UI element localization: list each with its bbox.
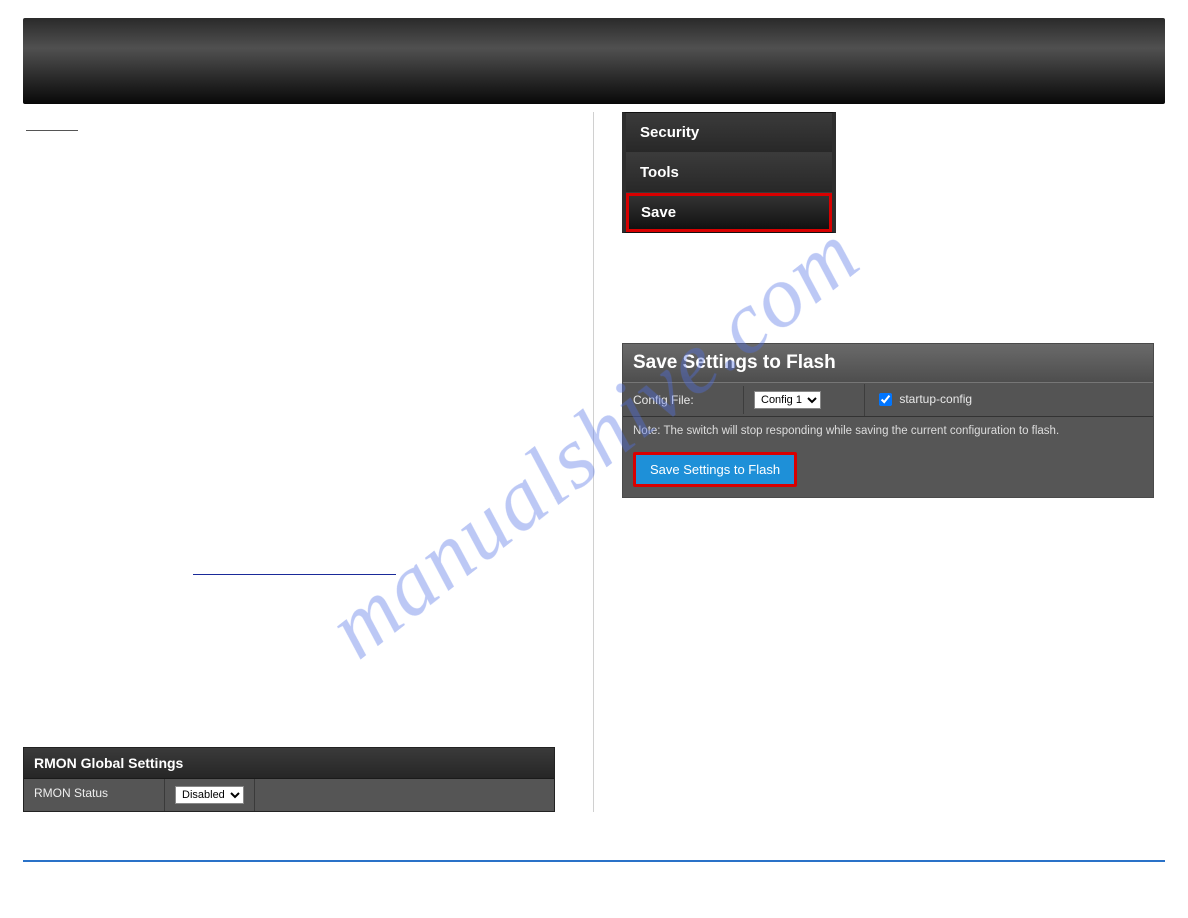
sidebar-item-save[interactable]: Save — [626, 193, 832, 232]
save-settings-panel: Save Settings to Flash Config File: Conf… — [622, 343, 1154, 498]
rmon-global-settings-panel: RMON Global Settings RMON Status Disable… — [23, 747, 555, 812]
save-note: Note: The switch will stop responding wh… — [623, 417, 1153, 445]
startup-config-text: startup-config — [899, 392, 972, 406]
rmon-status-select[interactable]: Disabled — [175, 786, 244, 804]
rmon-status-label: RMON Status — [24, 779, 165, 811]
top-banner — [23, 18, 1165, 104]
startup-config-label[interactable]: startup-config — [875, 392, 972, 406]
config-file-row: Config File: Config 1 startup-config — [623, 382, 1153, 417]
sidebar-screenshot: Security Tools Save — [622, 112, 836, 233]
save-button-wrap: Save Settings to Flash — [623, 445, 1153, 497]
link-underline — [193, 574, 396, 575]
sidebar-item-security[interactable]: Security — [626, 113, 832, 153]
config-file-select[interactable]: Config 1 — [754, 391, 821, 409]
sidebar-item-tools[interactable]: Tools — [626, 153, 832, 193]
footer-rule — [23, 860, 1165, 862]
rmon-status-cell: Disabled — [165, 779, 255, 811]
save-settings-button[interactable]: Save Settings to Flash — [633, 452, 797, 487]
right-column: Security Tools Save Save Settings to Fla… — [593, 112, 1162, 812]
rmon-panel-title: RMON Global Settings — [24, 748, 554, 779]
rmon-status-row: RMON Status Disabled — [24, 779, 554, 811]
startup-config-cell: startup-config — [865, 383, 1153, 416]
startup-config-checkbox[interactable] — [879, 393, 892, 406]
page-body: RMON Global Settings RMON Status Disable… — [0, 104, 1188, 812]
config-file-label: Config File: — [623, 386, 744, 414]
save-panel-title: Save Settings to Flash — [623, 344, 1153, 382]
section-underline — [26, 130, 78, 131]
config-file-select-cell: Config 1 — [744, 384, 865, 416]
left-column: RMON Global Settings RMON Status Disable… — [23, 112, 563, 812]
